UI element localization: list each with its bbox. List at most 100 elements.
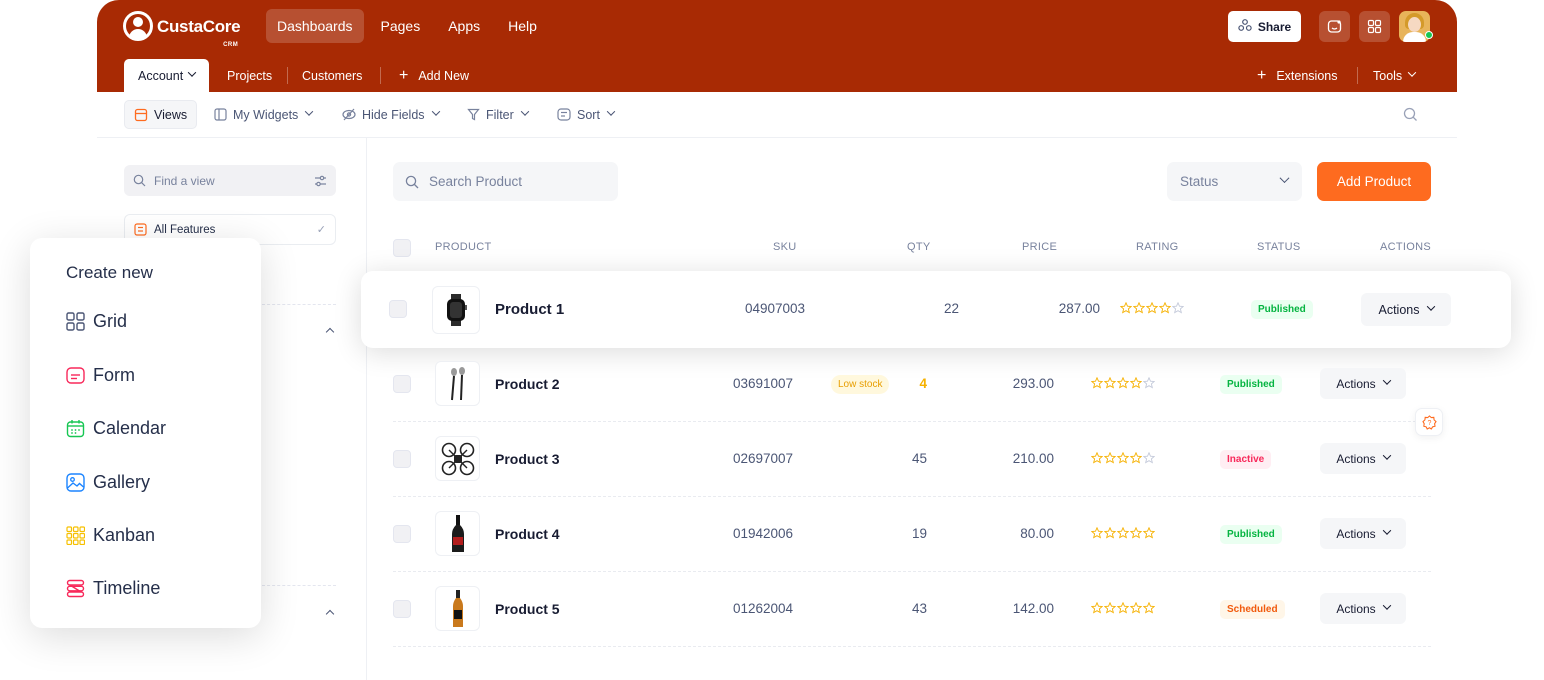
row-actions-button[interactable]: Actions xyxy=(1320,593,1406,624)
widgets-icon xyxy=(214,108,227,121)
table-row[interactable]: Product 2 03691007 Low stock 4 293.00 Publish… xyxy=(393,347,1431,422)
product-price: 210.00 xyxy=(1012,451,1054,466)
low-stock-badge: Low stock xyxy=(831,375,890,394)
table-row[interactable]: Product 4 01942006 19 80.00 Published Actions xyxy=(393,497,1431,572)
sort-label: Sort xyxy=(577,107,600,122)
nav-pages[interactable]: Pages xyxy=(370,9,432,43)
star-icon xyxy=(1104,602,1116,614)
grid-icon xyxy=(66,312,85,331)
timeline-icon xyxy=(66,579,85,598)
search-product-input[interactable]: Search Product xyxy=(393,162,618,201)
collapse-section-button[interactable] xyxy=(325,608,335,620)
create-form-option[interactable]: Form xyxy=(66,365,135,386)
settings-sliders-icon[interactable] xyxy=(314,175,327,187)
row-checkbox[interactable] xyxy=(393,525,411,543)
table-row[interactable]: Product 5 01262004 43 142.00 Scheduled Action… xyxy=(393,572,1431,647)
row-checkbox[interactable] xyxy=(393,600,411,618)
product-name[interactable]: Product 3 xyxy=(495,451,560,467)
star-icon xyxy=(1130,452,1142,464)
tab-customers[interactable]: Customers xyxy=(302,59,362,92)
row-checkbox[interactable] xyxy=(393,450,411,468)
actions-label: Actions xyxy=(1336,451,1376,466)
star-icon xyxy=(1146,302,1158,314)
status-badge: Published xyxy=(1251,300,1313,319)
table-row[interactable]: Product 3 02697007 45 210.00 Inactive Actions xyxy=(393,422,1431,497)
gallery-icon xyxy=(66,473,85,492)
product-name[interactable]: Product 2 xyxy=(495,376,560,392)
create-grid-option[interactable]: Grid xyxy=(66,311,127,332)
plus-icon: + xyxy=(399,66,409,84)
product-thumbnail xyxy=(435,436,480,481)
tools-menu[interactable]: Tools xyxy=(1373,59,1417,92)
eye-off-icon xyxy=(342,108,356,121)
top-bar: CustaCore CRM Dashboards Pages Apps Help… xyxy=(97,0,1457,53)
toolbar-search-button[interactable] xyxy=(1403,100,1418,129)
product-thumbnail xyxy=(432,286,480,334)
share-label: Share xyxy=(1257,19,1292,34)
star-icon xyxy=(1130,527,1142,539)
product-rating xyxy=(1091,377,1155,389)
product-name[interactable]: Product 5 xyxy=(495,601,560,617)
views-icon xyxy=(134,108,148,121)
nav-apps[interactable]: Apps xyxy=(437,9,491,43)
row-actions-button[interactable]: Actions xyxy=(1320,368,1406,399)
table-row[interactable]: Product 1 04907003 22 287.00 Published Action… xyxy=(361,271,1511,348)
find-view-input[interactable]: Find a view xyxy=(124,165,336,196)
product-thumbnail xyxy=(435,586,480,631)
create-timeline-option[interactable]: Timeline xyxy=(66,578,160,599)
sort-icon xyxy=(557,108,571,121)
row-actions-button[interactable]: Actions xyxy=(1361,293,1451,326)
apps-button[interactable] xyxy=(1359,11,1390,42)
help-icon: ? xyxy=(1421,414,1437,430)
my-widgets-button[interactable]: My Widgets xyxy=(214,100,314,129)
row-checkbox[interactable] xyxy=(389,300,407,318)
create-kanban-option[interactable]: Kanban xyxy=(66,525,155,546)
row-actions-button[interactable]: Actions xyxy=(1320,518,1406,549)
product-sku: 01942006 xyxy=(733,526,794,541)
table-header: PRODUCT SKU QTY PRICE RATING STATUS ACTI… xyxy=(393,236,1431,260)
add-new-button[interactable]: + Add New xyxy=(399,59,469,92)
hide-fields-button[interactable]: Hide Fields xyxy=(342,100,440,129)
product-sku: 04907003 xyxy=(745,301,806,316)
help-button[interactable]: ? xyxy=(1415,408,1443,436)
actions-label: Actions xyxy=(1336,526,1376,541)
view-toolbar: Views My Widgets Hide Fields Filter Sort xyxy=(97,92,1457,138)
chevron-down-icon xyxy=(1279,173,1290,184)
nav-help[interactable]: Help xyxy=(497,9,548,43)
views-button[interactable]: Views xyxy=(124,100,198,129)
find-view-placeholder: Find a view xyxy=(154,173,215,188)
sort-button[interactable]: Sort xyxy=(557,100,616,129)
chevron-up-icon xyxy=(325,609,335,619)
extensions-button[interactable]: + Extensions xyxy=(1257,59,1338,92)
product-qty: 45 xyxy=(911,451,927,466)
brand-logo[interactable]: CustaCore CRM xyxy=(123,11,241,48)
calendar-icon xyxy=(66,419,85,438)
chat-button[interactable] xyxy=(1319,11,1350,42)
row-checkbox[interactable] xyxy=(393,375,411,393)
star-icon xyxy=(1117,602,1129,614)
product-qty: 43 xyxy=(911,601,927,616)
product-name[interactable]: Product 1 xyxy=(495,301,564,318)
nav-dashboards[interactable]: Dashboards xyxy=(266,9,364,43)
header-price: PRICE xyxy=(1022,241,1058,253)
filter-button[interactable]: Filter xyxy=(467,100,530,129)
tab-account[interactable]: Account xyxy=(124,59,210,92)
create-calendar-option[interactable]: Calendar xyxy=(66,418,166,439)
form-icon xyxy=(66,366,85,385)
create-gallery-option[interactable]: Gallery xyxy=(66,472,150,493)
chevron-down-icon xyxy=(1382,451,1391,460)
chevron-up-icon xyxy=(325,327,335,337)
product-price: 80.00 xyxy=(1020,526,1054,541)
tab-projects[interactable]: Projects xyxy=(227,59,272,92)
search-icon xyxy=(405,175,419,188)
status-select[interactable]: Status xyxy=(1167,162,1302,201)
brand-name: CustaCore xyxy=(157,16,241,36)
search-product-placeholder: Search Product xyxy=(429,174,523,189)
product-name[interactable]: Product 4 xyxy=(495,526,560,542)
kanban-icon xyxy=(66,526,85,545)
share-button[interactable]: Share xyxy=(1228,11,1301,42)
select-all-checkbox[interactable] xyxy=(393,239,411,257)
collapse-section-button[interactable] xyxy=(325,326,335,338)
add-product-button[interactable]: Add Product xyxy=(1317,162,1431,201)
row-actions-button[interactable]: Actions xyxy=(1320,443,1406,474)
